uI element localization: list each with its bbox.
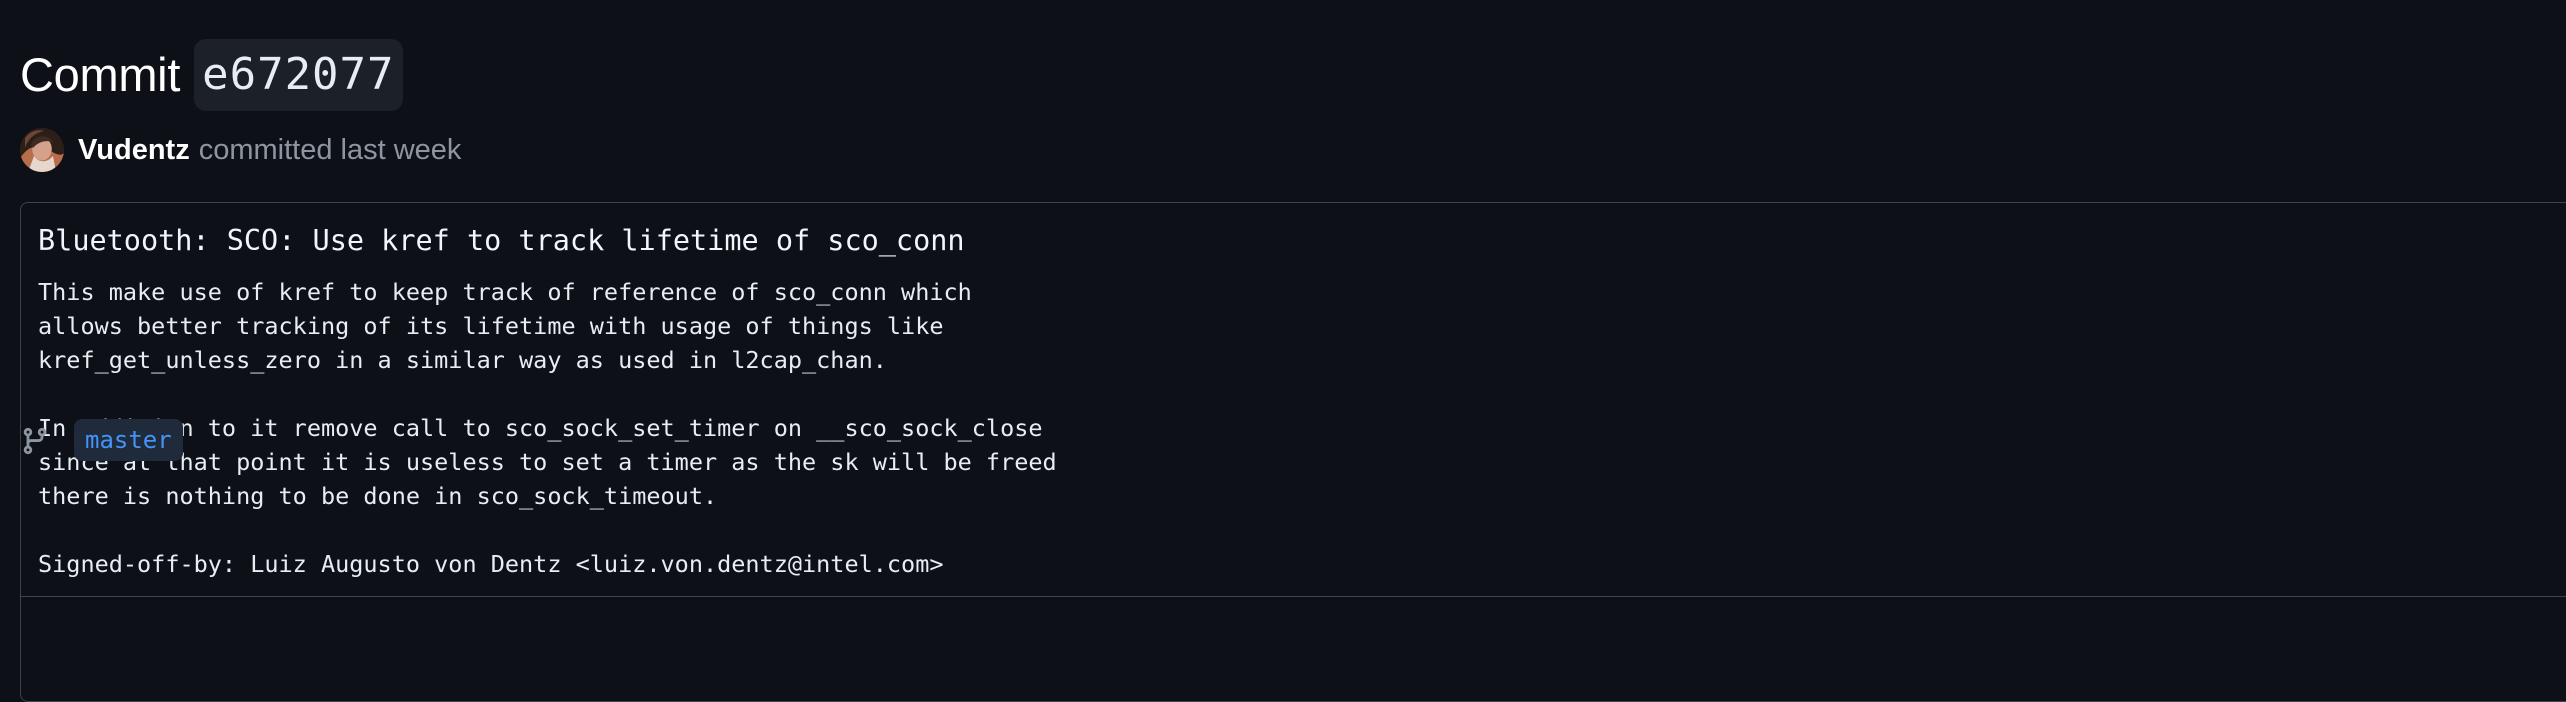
commit-message-body: This make use of kref to keep track of r… <box>38 278 1057 578</box>
commit-time: committed last week <box>198 133 462 166</box>
branch-link-master[interactable]: master <box>74 419 183 461</box>
page-title: Commit <box>20 48 181 101</box>
commit-message-card: Bluetooth: SCO: Use kref to track lifeti… <box>20 202 2566 702</box>
commit-message-title: Bluetooth: SCO: Use kref to track lifeti… <box>38 224 965 257</box>
author-name[interactable]: Vudentz <box>78 134 190 167</box>
commit-author-row: Vudentz committed last week <box>20 126 461 174</box>
commit-sha-badge[interactable]: e672077 <box>194 39 403 111</box>
commit-message-area: Bluetooth: SCO: Use kref to track lifeti… <box>21 203 2566 597</box>
git-branch-icon <box>20 426 50 456</box>
commit-branch-footer <box>21 597 2566 701</box>
commit-page: Commit e672077 Vudentz committed last we… <box>0 0 2566 702</box>
commit-header: Commit e672077 <box>20 38 403 112</box>
avatar[interactable] <box>20 128 64 172</box>
